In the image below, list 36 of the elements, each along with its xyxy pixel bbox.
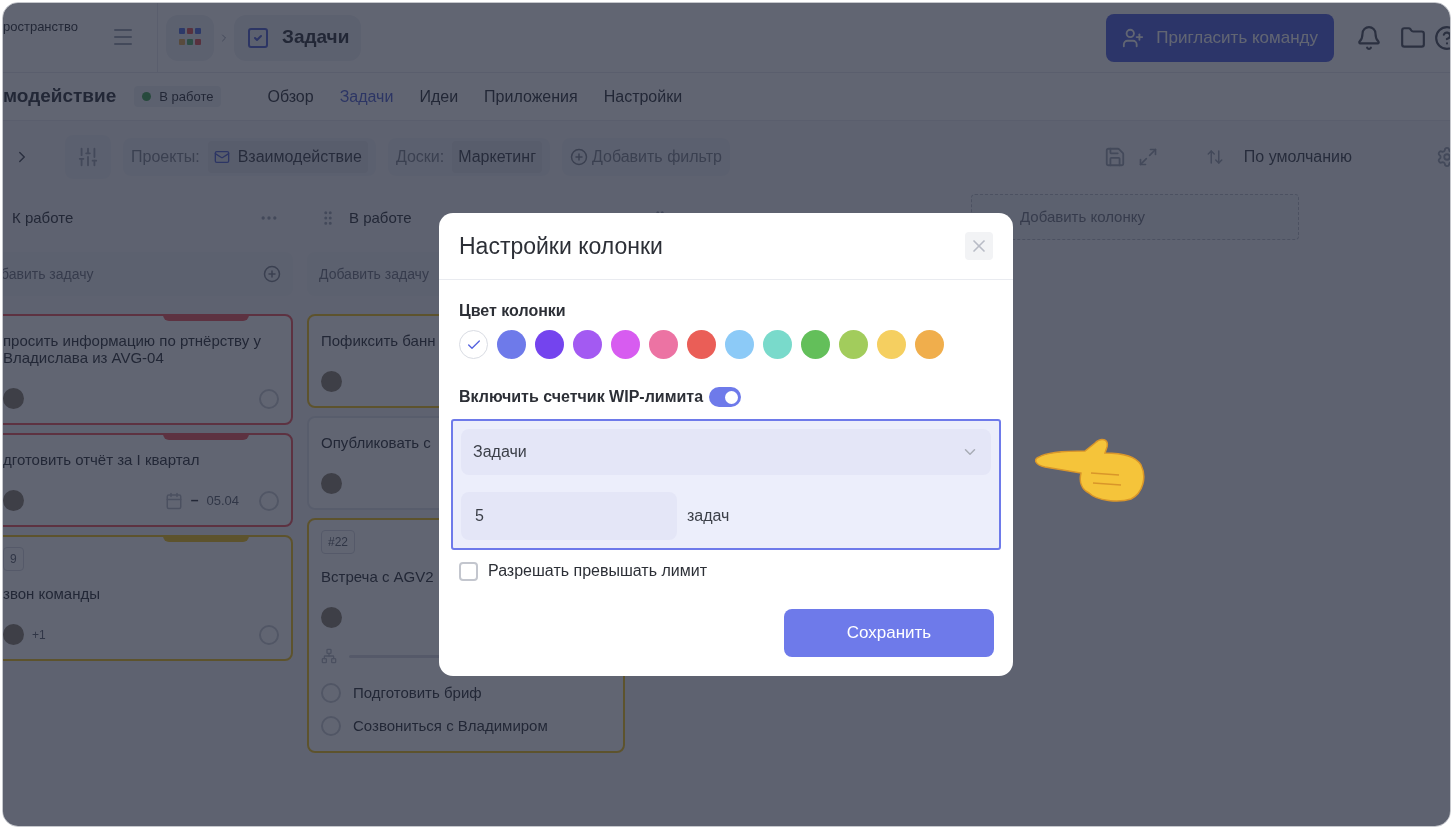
color-swatch[interactable] [801,330,830,359]
dialog-title: Настройки колонки [459,231,663,261]
allow-exceed-label: Разрешать превышать лимит [488,561,707,581]
wip-toggle[interactable] [709,387,742,407]
task-title: просить информацию по ртнёрству у Владислава из AVG-04 [3,332,262,366]
checklist-item: Подготовить бриф [353,683,482,703]
wip-label: Включить счетчик WIP-лимита [459,387,704,407]
color-swatch[interactable] [573,330,602,359]
color-swatch[interactable] [687,330,716,359]
limit-type-select[interactable]: Задачи [461,429,991,475]
checklist-item: Созвониться с Владимиром [353,715,548,736]
task-title: Пофиксить банн [321,332,436,349]
project-title: модействие [3,84,117,109]
color-swatch[interactable] [649,330,678,359]
color-label: Цвет колонки [459,301,567,321]
task-title: звон команды [3,585,101,602]
color-swatch[interactable] [877,330,906,359]
limit-unit: задач [687,506,730,526]
column-title: К работе [12,207,74,228]
limit-input[interactable]: 5 [461,492,677,540]
task-title: дготовить отчёт за I квартал [3,451,200,468]
color-swatch[interactable] [839,330,868,359]
color-swatch[interactable] [611,330,640,359]
allow-exceed-checkbox[interactable] [459,561,478,581]
color-swatch[interactable] [725,330,754,359]
color-swatch[interactable] [763,330,792,359]
close-button[interactable] [965,232,993,260]
color-swatch[interactable] [915,330,944,359]
column-title: В работе [349,207,412,228]
color-swatch[interactable] [497,330,526,359]
color-swatch[interactable] [459,330,488,359]
color-swatch[interactable] [535,330,564,359]
save-button[interactable]: Сохранить [784,609,994,657]
date-separator: – [190,491,199,510]
task-title: Встреча с AGV2 [321,568,434,585]
task-title: Опубликовать с [321,434,431,451]
